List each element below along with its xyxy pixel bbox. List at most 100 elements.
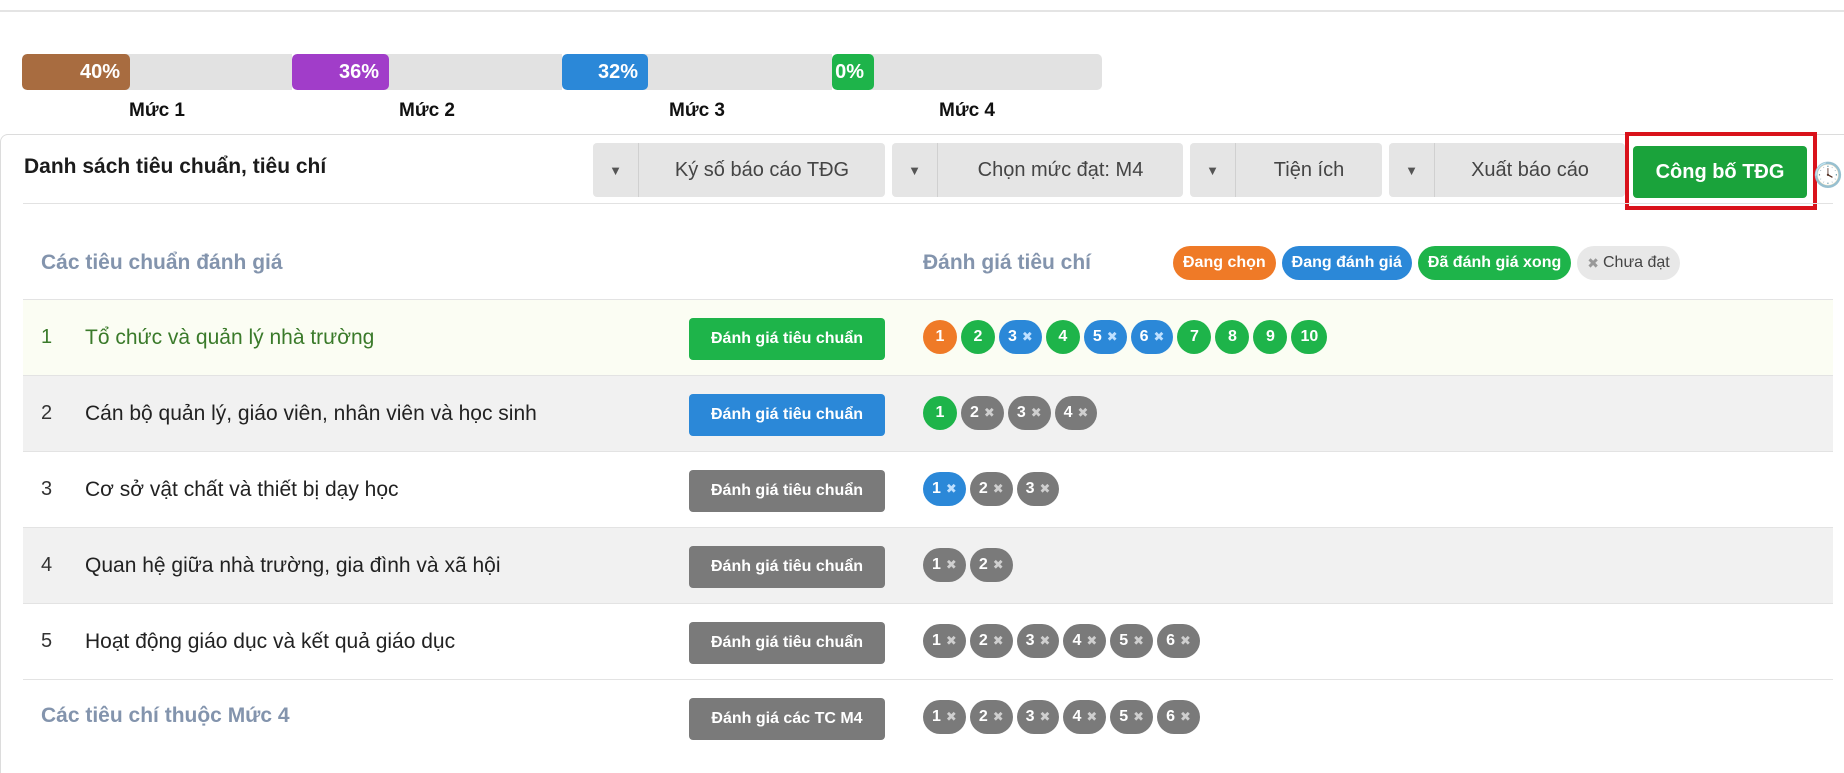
criterion-badge[interactable]: 2 ✖ [969, 472, 1013, 506]
level-1-label: Mức 1 [129, 100, 185, 121]
criterion-badge[interactable]: 5 ✖ [1110, 700, 1154, 734]
row-number: 3 [41, 478, 53, 500]
m4-criteria-row: Các tiêu chí thuộc Mức 4 Đánh giá các TC… [23, 679, 1833, 755]
criterion-number: 3 [1025, 632, 1035, 649]
criterion-number: 5 [1119, 632, 1129, 649]
criterion-number: 4 [1072, 632, 1082, 649]
criterion-badge[interactable]: 2 [961, 320, 995, 354]
criterion-badge[interactable]: 1 [923, 396, 957, 430]
criterion-number: 9 [1265, 328, 1275, 345]
evaluate-m4-button[interactable]: Đánh giá các TC M4 [689, 698, 885, 740]
criterion-badge[interactable]: 3 ✖ [1016, 472, 1060, 506]
standard-name: Cán bộ quản lý, giáo viên, nhân viên và … [85, 402, 537, 425]
level-progress-bars: 40% Mức 1 36% Mức 2 32% Mức 3 0% Mức 4 [22, 54, 1102, 122]
close-icon: ✖ [1039, 709, 1051, 724]
criterion-badge[interactable]: 5 ✖ [1083, 320, 1127, 354]
criterion-badge[interactable]: 3 ✖ [1007, 396, 1051, 430]
criterion-badge[interactable]: 2 ✖ [969, 624, 1013, 658]
close-icon: ✖ [983, 405, 995, 420]
sign-report-label: Ký số báo cáo TĐG [674, 158, 850, 181]
m4-criteria-label: Các tiêu chí thuộc Mức 4 [41, 704, 290, 727]
close-icon: ✖ [992, 557, 1004, 572]
criterion-number: 4 [1063, 404, 1073, 421]
history-icon[interactable]: 🕓 [1813, 161, 1843, 190]
criterion-badge[interactable]: 1 ✖ [923, 548, 966, 582]
evaluate-standard-button[interactable]: Đánh giá tiêu chuẩn [689, 318, 885, 360]
utilities-dropdown[interactable]: ▼ Tiện ích [1190, 143, 1382, 197]
criterion-badge[interactable]: 6 ✖ [1157, 624, 1200, 658]
level-4-fill: 0% [832, 54, 874, 90]
criterion-badge[interactable]: 4 ✖ [1063, 624, 1107, 658]
criterion-badge[interactable]: 3 ✖ [1016, 700, 1060, 734]
level-2-fill: 36% [292, 54, 389, 90]
level-3: 32% Mức 3 [562, 54, 832, 122]
standard-name: Hoạt động giáo dục và kết quả giáo dục [85, 630, 456, 653]
criterion-badge[interactable]: 6 ✖ [1130, 320, 1174, 354]
criterion-number: 2 [978, 556, 988, 573]
criterion-badge[interactable]: 3 ✖ [1016, 624, 1060, 658]
criteria-badges: 1 ✖ 2 ✖ 3 ✖ 4 ✖ 5 ✖ 6 ✖ [923, 700, 1200, 734]
level-1: 40% Mức 1 [22, 54, 292, 122]
level-2-label: Mức 2 [399, 100, 455, 121]
caret-down-icon: ▼ [1190, 143, 1236, 197]
close-icon: ✖ [945, 557, 957, 572]
criterion-number: 10 [1300, 328, 1319, 345]
criterion-number: 1 [932, 708, 941, 725]
close-icon: ✖ [1030, 405, 1042, 420]
criterion-badge[interactable]: 2 ✖ [969, 700, 1013, 734]
choose-level-dropdown[interactable]: ▼ Chọn mức đạt: M4 [892, 143, 1183, 197]
panel-divider [23, 203, 1833, 204]
panel-title: Danh sách tiêu chuẩn, tiêu chí [24, 155, 327, 178]
toolbar: ▼ Ký số báo cáo TĐG ▼ Chọn mức đạt: M4 ▼… [593, 143, 1625, 197]
criterion-badge[interactable]: 4 ✖ [1063, 700, 1107, 734]
criterion-badge[interactable]: 5 ✖ [1110, 624, 1154, 658]
criterion-badge[interactable]: 4 ✖ [1054, 396, 1098, 430]
close-icon: ✖ [945, 481, 957, 496]
criteria-badges: 1 ✖ 2 ✖ 3 ✖ 4 ✖ 5 ✖ 6 ✖ [923, 624, 1200, 658]
criterion-number: 2 [973, 328, 983, 345]
level-4-label: Mức 4 [939, 100, 995, 121]
criterion-badge[interactable]: 1 ✖ [923, 624, 966, 658]
criterion-badge[interactable]: 9 [1253, 320, 1288, 354]
sign-report-dropdown[interactable]: ▼ Ký số báo cáo TĐG [593, 143, 885, 197]
criterion-number: 3 [1025, 480, 1035, 497]
level-1-track: 40% [22, 54, 292, 90]
table-row: 5 Hoạt động giáo dục và kết quả giáo dục… [23, 603, 1833, 679]
criterion-badge[interactable]: 4 [1045, 320, 1080, 354]
close-icon: ✖ [1021, 329, 1033, 344]
evaluate-standard-button[interactable]: Đánh giá tiêu chuẩn [689, 546, 885, 588]
row-number: 5 [41, 630, 53, 652]
close-icon: ✖ [945, 709, 957, 724]
evaluate-standard-button[interactable]: Đánh giá tiêu chuẩn [689, 622, 885, 664]
criterion-badge[interactable]: 6 ✖ [1157, 700, 1200, 734]
criterion-badge[interactable]: 1 ✖ [923, 472, 966, 506]
criteria-header: Đánh giá tiêu chí [923, 251, 1092, 274]
criterion-number: 2 [970, 404, 979, 421]
criterion-badge[interactable]: 1 [923, 320, 957, 354]
export-report-dropdown[interactable]: ▼ Xuất báo cáo [1389, 143, 1625, 197]
criterion-badge[interactable]: 3 ✖ [999, 320, 1042, 354]
close-icon: ✖ [1039, 481, 1051, 496]
criterion-badge[interactable]: 2 ✖ [961, 396, 1004, 430]
level-2: 36% Mức 2 [292, 54, 562, 122]
criterion-badge[interactable]: 1 ✖ [923, 700, 966, 734]
criterion-number: 3 [1016, 404, 1026, 421]
choose-level-label: Chọn mức đạt: M4 [977, 158, 1144, 181]
criterion-number: 2 [978, 708, 988, 725]
level-2-track: 36% [292, 54, 562, 90]
criterion-badge[interactable]: 8 [1215, 320, 1250, 354]
close-icon: ✖ [1133, 709, 1145, 724]
criterion-badge[interactable]: 10 [1291, 320, 1328, 354]
close-icon: ✖ [1086, 709, 1098, 724]
criterion-badge[interactable]: 2 ✖ [969, 548, 1013, 582]
evaluate-standard-button[interactable]: Đánh giá tiêu chuẩn [689, 394, 885, 436]
table-row: 1 Tổ chức và quản lý nhà trường Đánh giá… [23, 299, 1833, 375]
level-4: 0% Mức 4 [832, 54, 1102, 122]
criterion-number: 3 [1025, 708, 1035, 725]
evaluate-standard-button[interactable]: Đánh giá tiêu chuẩn [689, 470, 885, 512]
criterion-badge[interactable]: 7 [1177, 320, 1212, 354]
level-3-label: Mức 3 [669, 100, 725, 121]
standard-name: Tổ chức và quản lý nhà trường [85, 326, 375, 349]
publish-button[interactable]: Công bố TĐG [1633, 146, 1807, 198]
export-report-label: Xuất báo cáo [1471, 158, 1589, 181]
